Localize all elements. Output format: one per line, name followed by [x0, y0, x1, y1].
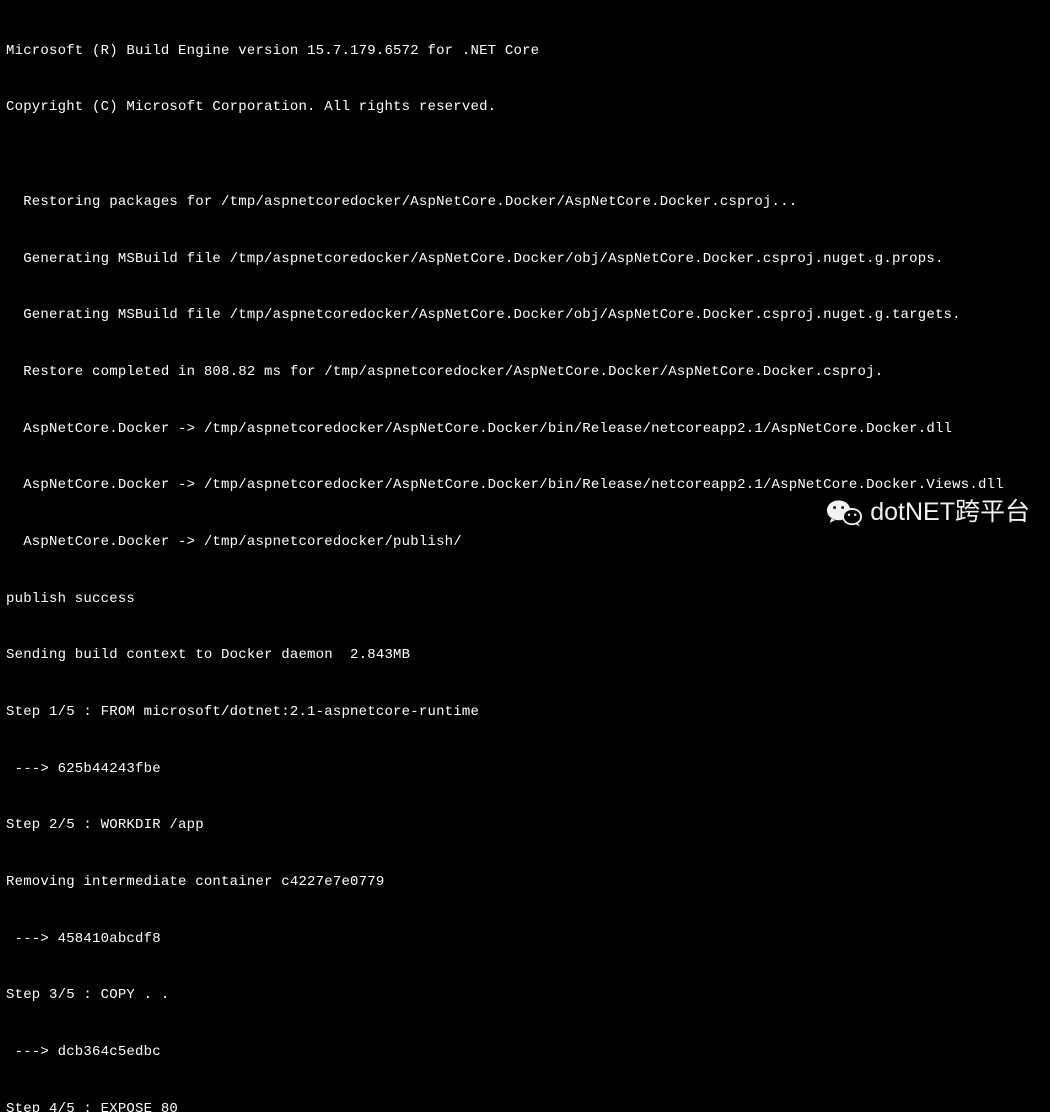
wechat-icon: [826, 498, 862, 528]
terminal-line: Removing intermediate container c4227e7e…: [6, 873, 1044, 892]
terminal-line: Generating MSBuild file /tmp/aspnetcored…: [6, 250, 1044, 269]
watermark: dotNET跨平台: [826, 496, 1030, 530]
terminal-line: Generating MSBuild file /tmp/aspnetcored…: [6, 306, 1044, 325]
terminal-line: Microsoft (R) Build Engine version 15.7.…: [6, 42, 1044, 61]
terminal-line: Step 4/5 : EXPOSE 80: [6, 1100, 1044, 1112]
terminal-line: Step 2/5 : WORKDIR /app: [6, 816, 1044, 835]
terminal-line: Restore completed in 808.82 ms for /tmp/…: [6, 363, 1044, 382]
terminal-line: Restoring packages for /tmp/aspnetcoredo…: [6, 193, 1044, 212]
terminal-line: ---> dcb364c5edbc: [6, 1043, 1044, 1062]
terminal-line: Step 3/5 : COPY . .: [6, 986, 1044, 1005]
terminal-output[interactable]: Microsoft (R) Build Engine version 15.7.…: [6, 4, 1044, 1112]
terminal-line: Step 1/5 : FROM microsoft/dotnet:2.1-asp…: [6, 703, 1044, 722]
terminal-line: ---> 458410abcdf8: [6, 930, 1044, 949]
terminal-line: ---> 625b44243fbe: [6, 760, 1044, 779]
terminal-line: AspNetCore.Docker -> /tmp/aspnetcoredock…: [6, 420, 1044, 439]
terminal-line: AspNetCore.Docker -> /tmp/aspnetcoredock…: [6, 476, 1044, 495]
terminal-line: Sending build context to Docker daemon 2…: [6, 646, 1044, 665]
terminal-line: publish success: [6, 590, 1044, 609]
watermark-text: dotNET跨平台: [870, 496, 1030, 530]
terminal-line: Copyright (C) Microsoft Corporation. All…: [6, 98, 1044, 117]
terminal-line: AspNetCore.Docker -> /tmp/aspnetcoredock…: [6, 533, 1044, 552]
